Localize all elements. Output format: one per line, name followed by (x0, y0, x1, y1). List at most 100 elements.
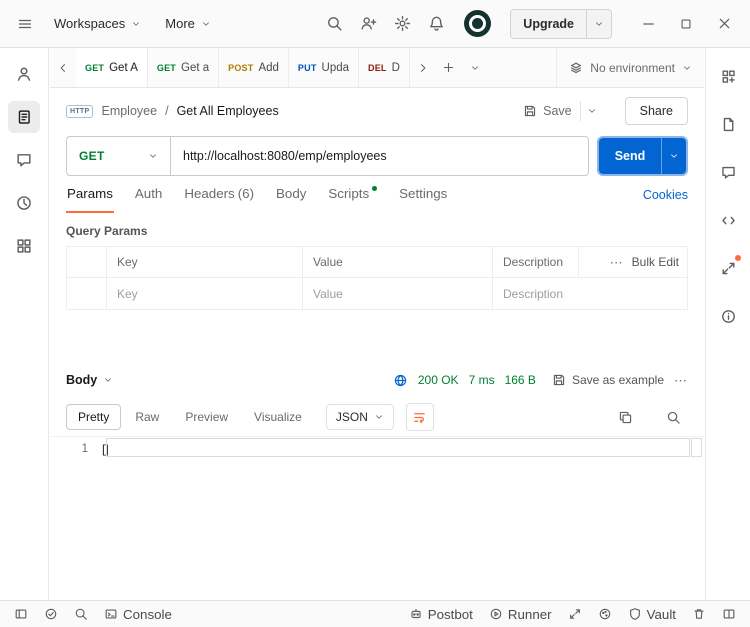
related-requests-button[interactable] (712, 252, 744, 284)
tab-auth[interactable]: Auth (134, 176, 163, 213)
response-format-label: JSON (336, 410, 368, 424)
vault-button[interactable]: Vault (622, 604, 682, 625)
workspaces-label: Workspaces (54, 16, 125, 31)
env-quick-look-icon (720, 68, 737, 85)
close-button[interactable] (708, 8, 740, 40)
response-body-viewer[interactable]: 1 [] (50, 436, 704, 600)
comments-button[interactable] (712, 156, 744, 188)
response-size[interactable]: 166 B (505, 373, 536, 387)
user-avatar[interactable] (464, 10, 491, 37)
status-bar: Console Postbot Runner Vault (0, 600, 750, 627)
save-as-example-button[interactable]: Save as example (552, 373, 664, 387)
column-header-description: Description (493, 247, 579, 277)
response-toolbar: Pretty Raw Preview Visualize JSON (50, 398, 704, 436)
response-status-code[interactable]: 200 OK (418, 373, 459, 387)
table-more-options-button[interactable]: ⋯ (610, 256, 624, 269)
tab-settings[interactable]: Settings (398, 176, 448, 213)
view-raw-button[interactable]: Raw (123, 404, 171, 430)
console-button[interactable]: Console (98, 604, 178, 625)
response-format-dropdown[interactable]: JSON (326, 404, 394, 430)
wrap-lines-button[interactable] (406, 403, 434, 431)
sidebar-history-button[interactable] (8, 187, 40, 219)
documentation-button[interactable] (712, 108, 744, 140)
find-button[interactable] (68, 604, 94, 624)
environment-layers-icon (569, 61, 583, 75)
upgrade-caret-button[interactable] (586, 10, 611, 38)
capture-requests-button[interactable] (562, 604, 588, 624)
save-button[interactable]: Save (515, 99, 580, 123)
runner-button[interactable]: Runner (483, 604, 558, 625)
sidebar-flows-button[interactable] (8, 144, 40, 176)
share-button[interactable]: Share (625, 97, 688, 125)
breadcrumb-collection[interactable]: Employee (101, 104, 157, 118)
table-actions: ⋯ Bulk Edit (579, 247, 687, 277)
breadcrumb-request-name[interactable]: Get All Employees (177, 104, 279, 118)
invite-button[interactable] (353, 9, 383, 39)
settings-button[interactable] (387, 9, 417, 39)
param-key-input[interactable] (117, 287, 292, 301)
document-icon (720, 116, 737, 133)
trash-button[interactable] (686, 604, 712, 624)
line-number: 1 (50, 443, 102, 455)
code-icon (720, 212, 737, 229)
search-response-button[interactable] (658, 402, 688, 432)
maximize-button[interactable] (670, 8, 702, 40)
user-plus-icon (360, 15, 377, 32)
sidebar-user-button[interactable] (8, 58, 40, 90)
tabs-forward-button[interactable] (410, 48, 436, 87)
tab-options-button[interactable] (462, 48, 488, 87)
workspaces-menu[interactable]: Workspaces (44, 10, 151, 37)
new-tab-button[interactable] (436, 48, 462, 87)
copy-response-button[interactable] (610, 402, 640, 432)
cookies-link[interactable]: Cookies (643, 188, 688, 202)
upgrade-button[interactable]: Upgrade (511, 10, 586, 38)
send-button[interactable]: Send (599, 138, 661, 174)
method-dropdown[interactable]: GET (66, 136, 170, 176)
save-options-button[interactable] (580, 101, 603, 121)
response-body-dropdown[interactable]: Body (66, 373, 113, 387)
right-sidebar (705, 48, 750, 600)
tabs-back-button[interactable] (50, 48, 76, 87)
minimize-button[interactable] (632, 8, 664, 40)
tab-scripts[interactable]: Scripts (327, 176, 378, 213)
chevron-down-icon (201, 19, 211, 29)
tab-params[interactable]: Params (66, 176, 114, 213)
two-pane-layout-button[interactable] (716, 604, 742, 624)
response-time[interactable]: 7 ms (469, 373, 495, 387)
param-value-input[interactable] (313, 287, 482, 301)
url-input[interactable] (170, 136, 589, 176)
sync-status-button[interactable] (38, 604, 64, 624)
param-description-input[interactable] (503, 287, 677, 301)
response-more-options-button[interactable]: ⋯ (674, 374, 688, 387)
main-menu-button[interactable] (10, 9, 40, 39)
tab-body[interactable]: Body (275, 176, 307, 213)
request-tab[interactable]: DEL D (359, 48, 410, 87)
postbot-button[interactable]: Postbot (403, 604, 479, 625)
request-subtabs: Params Auth Headers (6) Body Scripts Set… (50, 176, 704, 213)
sidebar-extensions-button[interactable] (8, 230, 40, 262)
response-body-label: Body (66, 373, 97, 387)
tab-headers[interactable]: Headers (6) (183, 176, 255, 213)
view-pretty-button[interactable]: Pretty (66, 404, 121, 430)
toggle-sidebar-button[interactable] (8, 604, 34, 624)
info-button[interactable] (712, 300, 744, 332)
code-snippet-button[interactable] (712, 204, 744, 236)
scrollbar-thumb[interactable] (691, 438, 702, 457)
cookies-button[interactable] (592, 604, 618, 624)
request-tab[interactable]: GET Get A (76, 48, 148, 87)
sidebar-collections-button[interactable] (8, 101, 40, 133)
network-globe-icon (393, 373, 408, 388)
request-tab[interactable]: PUT Upda (289, 48, 359, 87)
view-preview-button[interactable]: Preview (173, 404, 240, 430)
request-tab[interactable]: POST Add (219, 48, 289, 87)
environment-selector[interactable]: No environment (556, 48, 704, 87)
minimize-icon (641, 16, 656, 31)
search-button[interactable] (319, 9, 349, 39)
send-options-button[interactable] (661, 138, 686, 174)
more-menu[interactable]: More (155, 10, 221, 37)
request-tab[interactable]: GET Get a (148, 48, 219, 87)
notifications-button[interactable] (421, 9, 451, 39)
environment-quick-look-button[interactable] (712, 60, 744, 92)
bulk-edit-button[interactable]: Bulk Edit (632, 255, 679, 269)
view-visualize-button[interactable]: Visualize (242, 404, 314, 430)
